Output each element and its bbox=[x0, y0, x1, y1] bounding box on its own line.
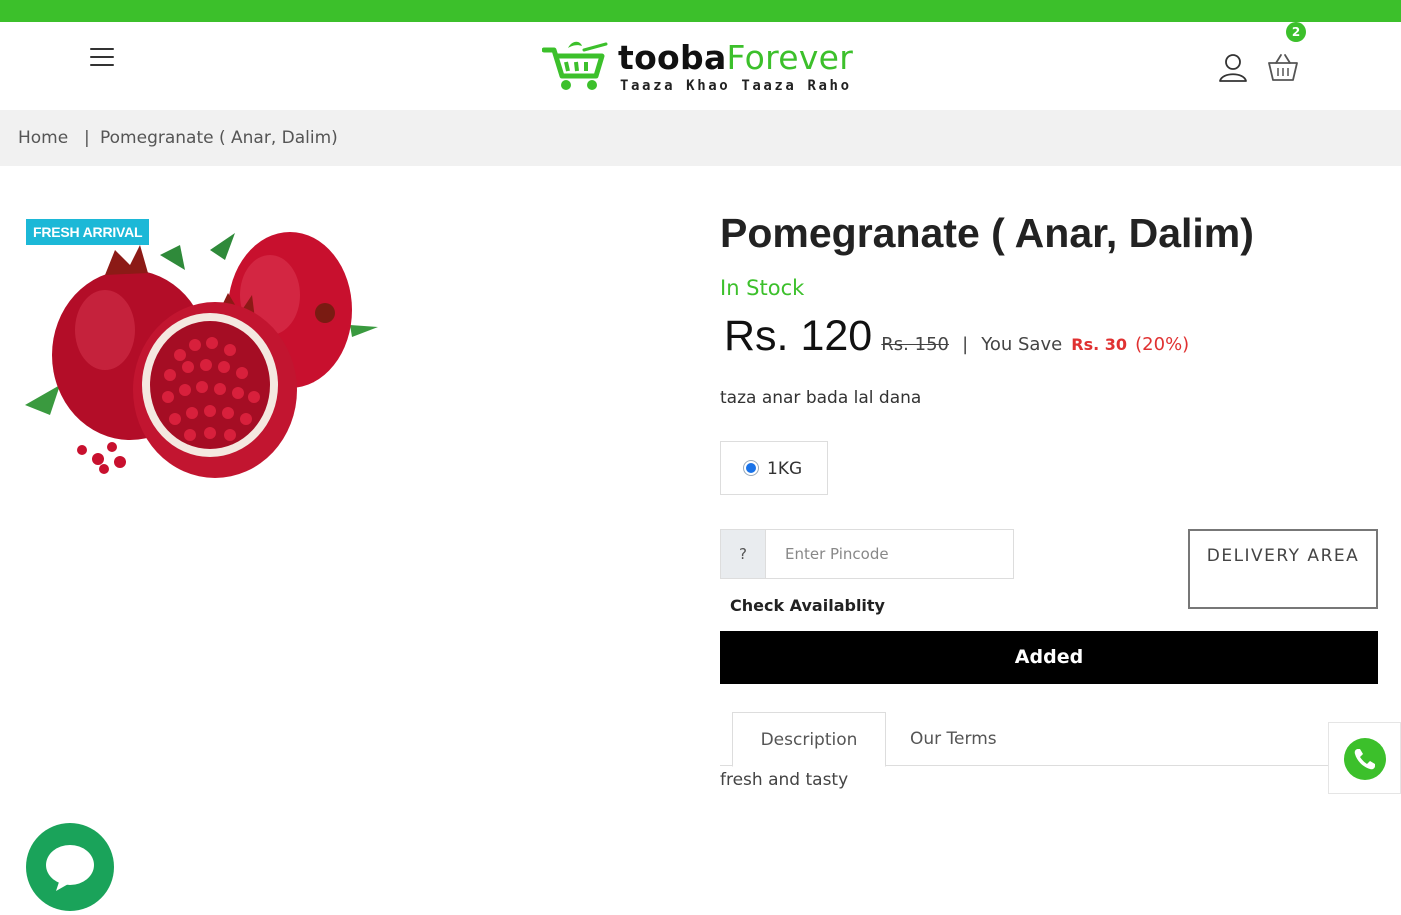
top-accent-bar bbox=[0, 0, 1401, 22]
shopping-cart-logo-icon bbox=[542, 41, 608, 90]
short-description: taza anar bada lal dana bbox=[720, 388, 922, 408]
tab-our-terms[interactable]: Our Terms bbox=[910, 712, 997, 767]
breadcrumb-home-link[interactable]: Home bbox=[18, 128, 68, 148]
phone-icon bbox=[1354, 749, 1375, 770]
logo-brand-part1: tooba bbox=[618, 38, 727, 77]
product-image[interactable] bbox=[20, 215, 390, 490]
phone-circle bbox=[1344, 738, 1386, 780]
add-to-cart-button[interactable]: Added bbox=[720, 631, 1378, 684]
save-amount: Rs. 30 bbox=[1071, 335, 1128, 354]
price-row: Rs. 120 Rs. 150 | You Save Rs. 30 (20%) bbox=[724, 312, 1189, 362]
product-title: Pomegranate ( Anar, Dalim) bbox=[720, 210, 1254, 256]
cart-count-badge: 2 bbox=[1286, 22, 1306, 42]
you-save-label: You Save bbox=[981, 334, 1063, 355]
site-header: toobaForever Taaza Khao Taaza Raho 2 bbox=[0, 22, 1401, 110]
current-price: Rs. 120 bbox=[724, 312, 873, 360]
pincode-input[interactable] bbox=[767, 530, 1013, 578]
breadcrumb: Home | Pomegranate ( Anar, Dalim) bbox=[0, 110, 1401, 166]
tab-content-description: fresh and tasty bbox=[720, 770, 849, 790]
delivery-area-button[interactable]: DELIVERY AREA bbox=[1188, 529, 1378, 609]
logo-tagline: Taaza Khao Taaza Raho bbox=[620, 78, 852, 94]
save-percent: (20%) bbox=[1135, 334, 1190, 355]
pincode-group: ? bbox=[720, 529, 1014, 579]
logo-wordmark: toobaForever bbox=[618, 38, 853, 77]
weight-option-1kg[interactable]: 1KG bbox=[720, 441, 828, 495]
price-divider: | bbox=[962, 334, 969, 355]
hamburger-menu-icon[interactable] bbox=[90, 48, 114, 70]
weight-radio[interactable] bbox=[743, 460, 759, 476]
breadcrumb-separator: | bbox=[84, 128, 90, 148]
fresh-arrival-badge: FRESH ARRIVAL bbox=[26, 219, 150, 245]
delivery-area-label: DELIVERY AREA bbox=[1206, 546, 1360, 566]
pincode-help-icon: ? bbox=[721, 530, 766, 578]
weight-label: 1KG bbox=[767, 459, 803, 479]
product-tabs: Description Our Terms bbox=[720, 712, 1340, 767]
logo-brand-part2: Forever bbox=[726, 38, 854, 77]
basket-icon[interactable] bbox=[1266, 50, 1300, 84]
tab-description[interactable]: Description bbox=[732, 712, 886, 767]
check-availability-link[interactable]: Check Availablity bbox=[730, 596, 885, 615]
stock-status: In Stock bbox=[720, 276, 805, 300]
user-icon[interactable] bbox=[1216, 50, 1250, 84]
original-price: Rs. 150 bbox=[881, 334, 949, 355]
site-logo[interactable]: toobaForever Taaza Khao Taaza Raho bbox=[542, 38, 862, 94]
breadcrumb-current: Pomegranate ( Anar, Dalim) bbox=[100, 128, 338, 148]
chat-widget-button[interactable] bbox=[26, 823, 114, 911]
chat-bubble-icon bbox=[46, 845, 94, 891]
whatsapp-call-button[interactable] bbox=[1328, 722, 1401, 794]
